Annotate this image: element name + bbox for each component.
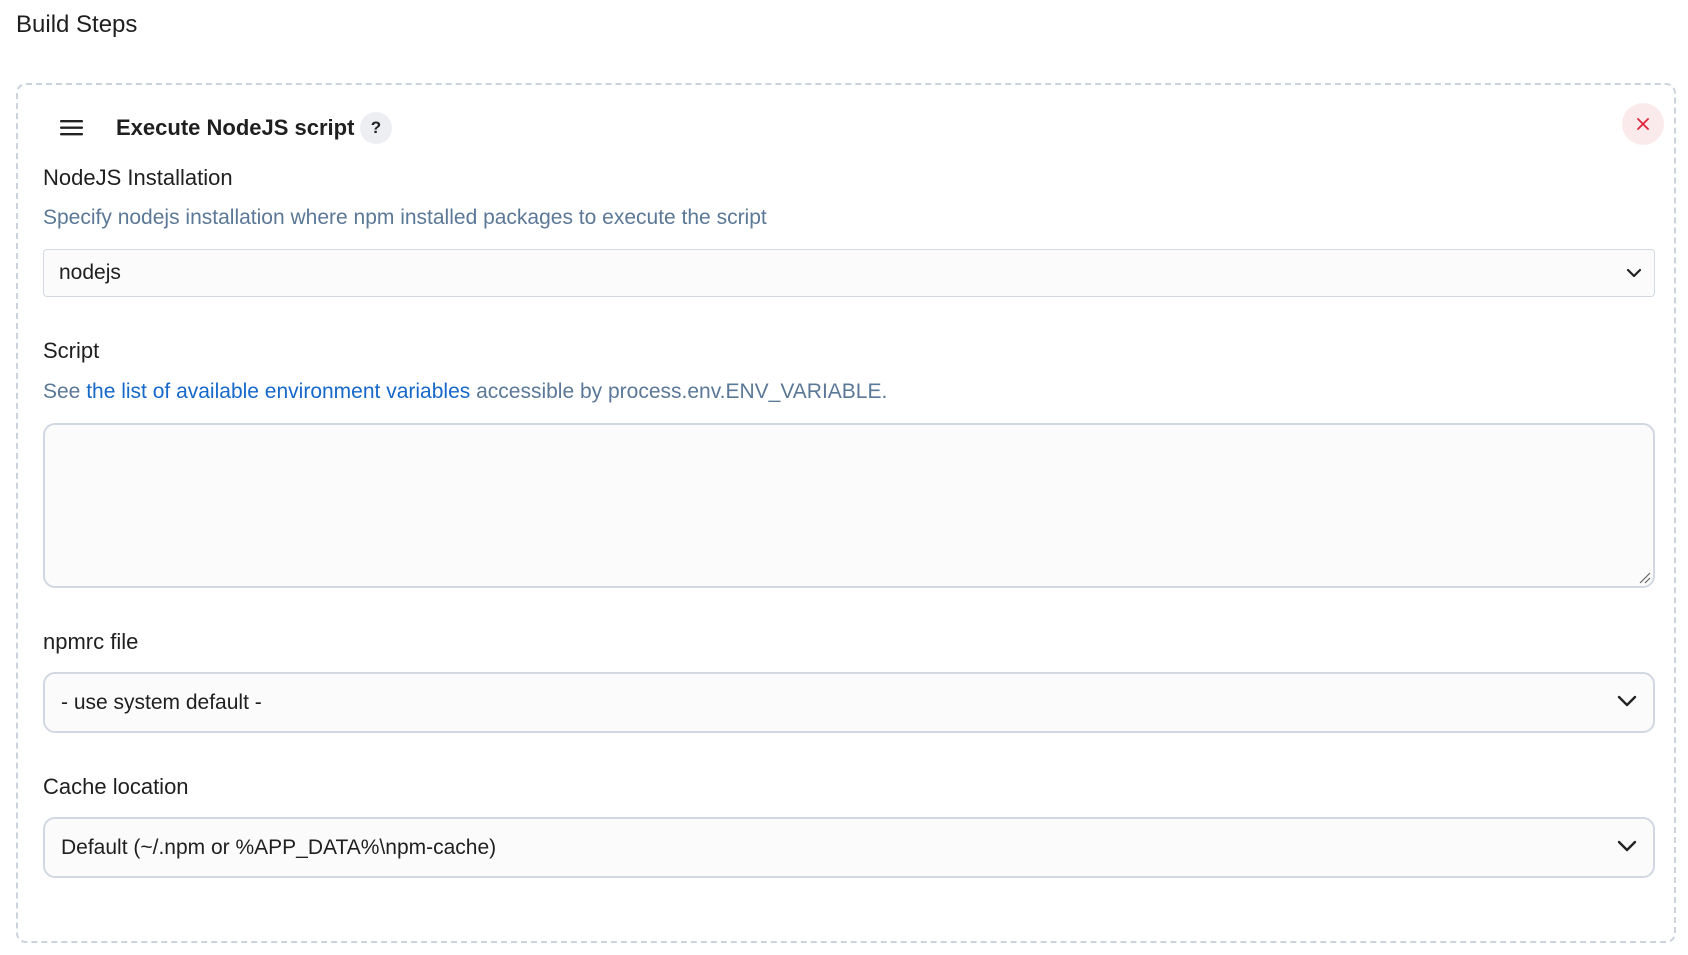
step-header: Execute NodeJS script ? <box>44 107 1648 147</box>
chevron-down-icon <box>1626 266 1642 284</box>
help-button[interactable]: ? <box>360 112 392 144</box>
step-title: Execute NodeJS script <box>116 115 355 140</box>
npmrc-file-label: npmrc file <box>43 629 139 654</box>
script-description: See the list of available environment va… <box>43 377 887 407</box>
npmrc-file-selected: - use system default - <box>61 691 262 714</box>
nodejs-installation-selected: nodejs <box>59 261 121 284</box>
section-title: Build Steps <box>16 11 138 38</box>
resize-handle-icon[interactable] <box>1637 570 1651 584</box>
nodejs-installation-label: NodeJS Installation <box>43 165 233 190</box>
script-description-suffix: accessible by process.env.ENV_VARIABLE. <box>470 380 888 403</box>
environment-variables-link[interactable]: the list of available environment variab… <box>86 380 470 403</box>
chevron-down-icon <box>1617 694 1637 713</box>
script-textarea[interactable] <box>43 423 1655 588</box>
chevron-down-icon <box>1617 839 1637 858</box>
npmrc-file-select[interactable]: - use system default - <box>43 672 1655 733</box>
nodejs-installation-select[interactable]: nodejs <box>43 249 1655 297</box>
close-step-button[interactable] <box>1622 103 1664 145</box>
script-description-prefix: See <box>43 380 87 403</box>
close-x-icon <box>1637 118 1649 130</box>
cache-location-select[interactable]: Default (~/.npm or %APP_DATA%\npm-cache) <box>43 817 1655 878</box>
cache-location-label: Cache location <box>43 774 189 799</box>
cache-location-selected: Default (~/.npm or %APP_DATA%\npm-cache) <box>61 836 497 859</box>
nodejs-installation-description: Specify nodejs installation where npm in… <box>43 206 767 229</box>
script-label: Script <box>43 338 100 363</box>
hamburger-menu-icon[interactable] <box>60 119 86 137</box>
page: Build Steps Execute NodeJS script ? Node… <box>0 0 1688 955</box>
